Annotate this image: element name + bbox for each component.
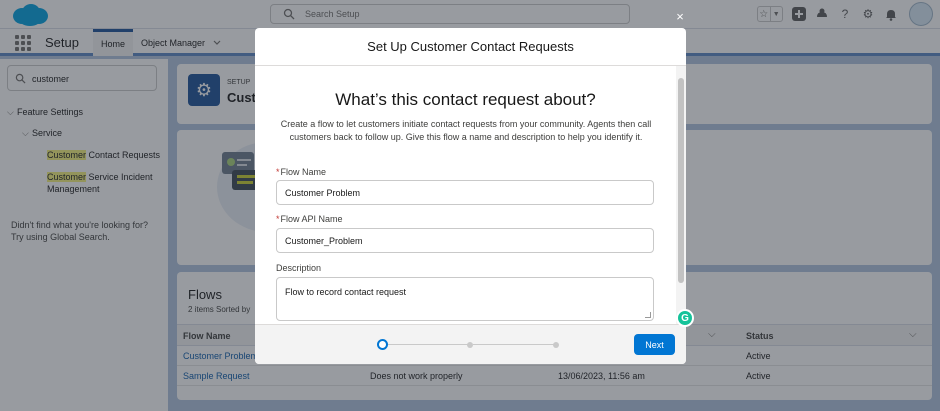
modal-title: Set Up Customer Contact Requests [367,39,574,54]
step-description: Create a flow to let customers initiate … [280,119,652,142]
description-textarea[interactable]: Flow to record contact request [276,277,654,321]
modal-close-icon[interactable]: × [674,10,686,23]
next-button[interactable]: Next [634,334,675,355]
flow-api-name-label-text: Flow API Name [280,214,343,224]
progress-connector [473,344,555,345]
modal-body: What’s this contact request about? Creat… [255,66,686,324]
flow-api-name-value: Customer_Problem [285,235,363,246]
description-value: Flow to record contact request [285,287,407,297]
flow-name-label: *Flow Name [276,167,326,177]
flow-api-name-label: *Flow API Name [276,214,343,224]
flow-api-name-input[interactable]: Customer_Problem [276,228,654,253]
modal-scrollbar-thumb[interactable] [678,78,684,283]
grammarly-icon[interactable]: G [676,309,694,327]
required-marker: * [276,214,280,224]
setup-contact-requests-modal: Set Up Customer Contact Requests What’s … [255,28,686,364]
flow-name-label-text: Flow Name [280,167,327,177]
progress-step-2[interactable] [467,342,473,348]
flow-name-value: Customer Problem [285,187,361,198]
step-title: What’s this contact request about? [335,90,596,109]
description-label: Description [276,263,322,273]
progress-connector [388,344,470,345]
progress-step-current[interactable] [377,339,388,350]
flow-name-input[interactable]: Customer Problem [276,180,654,205]
progress-step-3[interactable] [553,342,559,348]
modal-footer: Next [255,324,686,364]
textarea-resize-handle[interactable] [645,312,651,318]
required-marker: * [276,167,280,177]
modal-header: Set Up Customer Contact Requests [255,28,686,66]
